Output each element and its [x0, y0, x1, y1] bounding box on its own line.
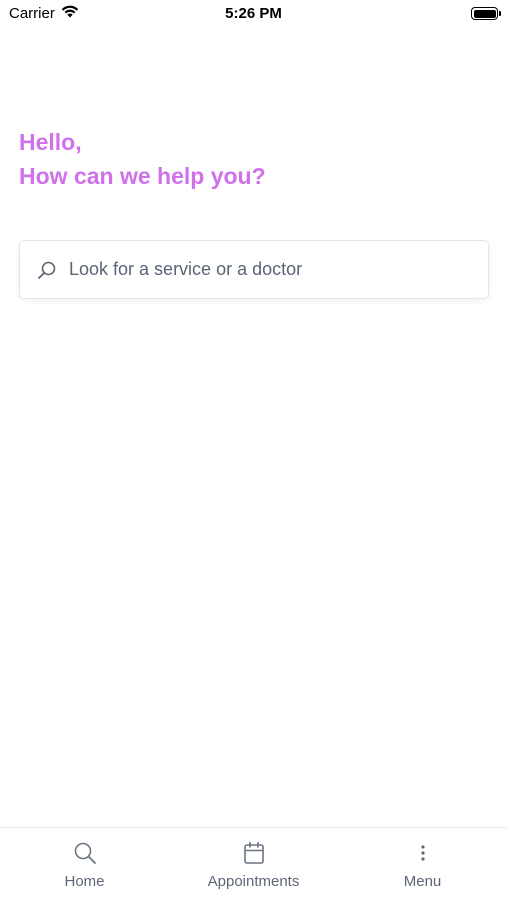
tab-appointments-label: Appointments: [207, 873, 300, 890]
search-input[interactable]: [69, 241, 488, 298]
battery-icon: [471, 7, 501, 20]
greeting: Hello, How can we help you?: [19, 125, 266, 193]
tab-menu-label: Menu: [403, 873, 442, 890]
search-icon: [73, 840, 97, 866]
calendar-icon: [243, 840, 265, 866]
tab-appointments[interactable]: Appointments: [169, 828, 338, 900]
app-screen: Carrier 5:26 PM Hello, How can we help y…: [0, 0, 507, 900]
more-vertical-icon: [420, 840, 426, 866]
search-box[interactable]: [19, 240, 489, 299]
tab-menu[interactable]: Menu: [338, 828, 507, 900]
search-icon: [36, 259, 58, 281]
status-time: 5:26 PM: [225, 5, 282, 22]
status-bar: Carrier 5:26 PM: [0, 0, 507, 28]
greeting-line-help: How can we help you?: [19, 163, 266, 189]
battery-fill: [473, 9, 496, 18]
tab-home[interactable]: Home: [0, 828, 169, 900]
tab-home-label: Home: [64, 873, 105, 890]
tab-bar: Home Appointments Menu: [0, 827, 507, 900]
greeting-line-hello: Hello,: [19, 129, 82, 155]
